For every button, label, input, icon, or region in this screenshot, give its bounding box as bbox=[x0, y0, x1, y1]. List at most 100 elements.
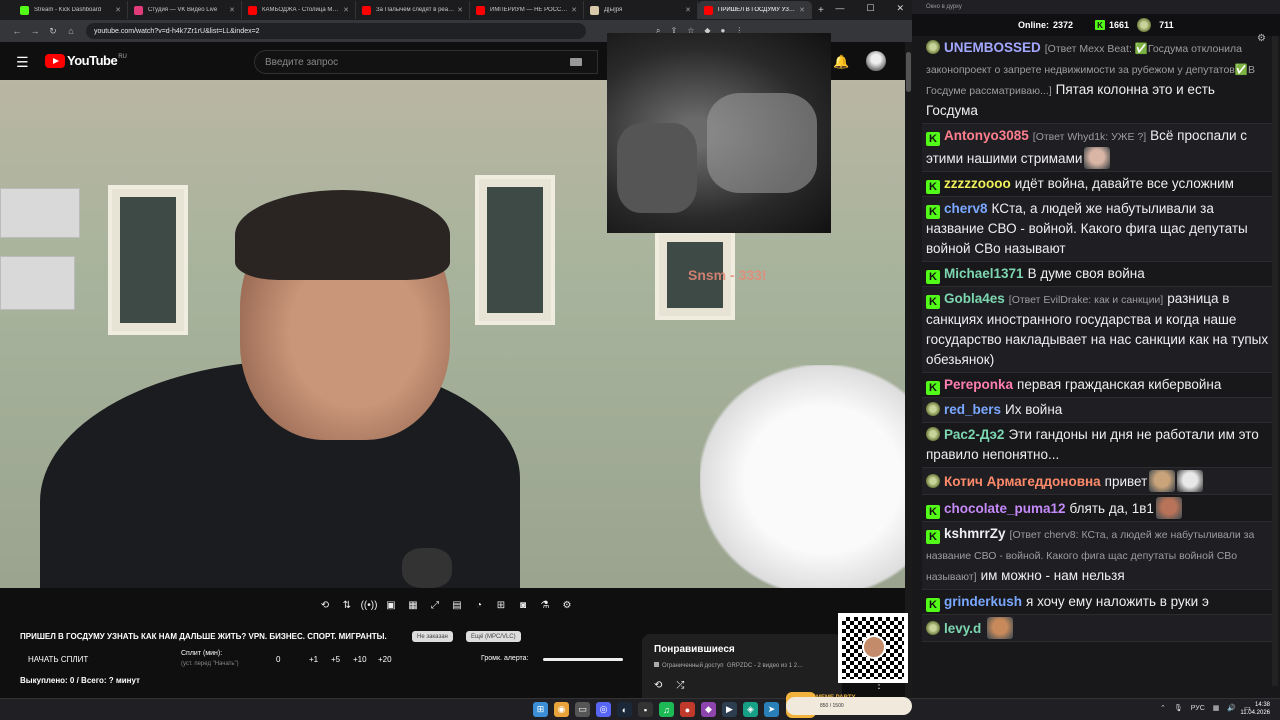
clock-date: 11.04.2026 bbox=[1240, 710, 1270, 716]
tab-close-icon[interactable]: ✕ bbox=[685, 6, 691, 14]
close-icon[interactable]: ✕ bbox=[896, 3, 904, 14]
chat-username[interactable]: Michael1371 bbox=[944, 266, 1024, 281]
order-status-tag[interactable]: Не заказан bbox=[412, 631, 453, 642]
alert-volume-slider[interactable] bbox=[543, 658, 623, 661]
kick-viewers: K 1661 bbox=[1095, 20, 1129, 30]
lab-flask-icon[interactable]: ⚗ bbox=[536, 596, 554, 614]
chat-username[interactable]: cherv8 bbox=[944, 201, 988, 216]
player-tag[interactable]: Ещё (MPC/VLC) bbox=[466, 631, 521, 642]
hamburger-menu-icon[interactable]: ☰ bbox=[16, 54, 29, 71]
chat-username[interactable]: levy.d bbox=[944, 621, 981, 636]
minimize-icon[interactable]: — bbox=[835, 3, 844, 14]
chat-username[interactable]: Рас2-Дэ2 bbox=[944, 427, 1004, 442]
telegram-icon[interactable]: ➤ bbox=[764, 702, 779, 717]
tab-close-icon[interactable]: ✕ bbox=[229, 6, 235, 14]
start-icon[interactable]: ⊞ bbox=[533, 702, 548, 717]
browser-tab[interactable]: Д[ы]ря ✕ bbox=[584, 1, 698, 19]
split-value[interactable]: 0 bbox=[276, 655, 280, 664]
lang-indicator[interactable]: РУС bbox=[1191, 705, 1205, 712]
tab-close-icon[interactable]: ✕ bbox=[457, 6, 463, 14]
explorer-icon[interactable]: ▭ bbox=[575, 702, 590, 717]
chat-username[interactable]: grinderkush bbox=[944, 594, 1022, 609]
window-controls: — ☐ ✕ bbox=[835, 3, 904, 14]
clapper-icon[interactable]: ▦ bbox=[404, 596, 422, 614]
reload-icon[interactable]: ↻ bbox=[44, 26, 62, 37]
maximize-icon[interactable]: ☐ bbox=[866, 3, 874, 14]
browser-tab[interactable]: КАМБОДЖА - Столица Ми… ✕ bbox=[242, 1, 356, 19]
add-clip-icon[interactable]: ⊞ bbox=[492, 596, 510, 614]
network-icon[interactable]: ▦ bbox=[1213, 704, 1220, 712]
chat-username[interactable]: Pereponka bbox=[944, 377, 1013, 392]
tray-chevron-icon[interactable]: ⌃ bbox=[1160, 704, 1166, 712]
discord-icon[interactable]: ◎ bbox=[596, 702, 611, 717]
chat-username[interactable]: Antonyo3085 bbox=[944, 128, 1029, 143]
browser-tab[interactable]: ИМПЕРИУМ — НЕ РОССИЯ… ✕ bbox=[470, 1, 584, 19]
chrome-icon[interactable]: ◉ bbox=[554, 702, 569, 717]
player-icon[interactable]: ▶ bbox=[722, 702, 737, 717]
add-20-button[interactable]: +20 bbox=[378, 655, 392, 664]
browser-tab[interactable]: ПРИШЕЛ В ГОСДУМУ УЗНА… ✕ bbox=[698, 1, 812, 19]
camera-icon[interactable]: ◙ bbox=[514, 596, 532, 614]
browser-tab[interactable]: За Палычем следят в реал… ✕ bbox=[356, 1, 470, 19]
tab-close-icon[interactable]: ✕ bbox=[343, 6, 349, 14]
chat-username[interactable]: kshmrrZy bbox=[944, 526, 1006, 541]
chat-username[interactable]: Gobla4es bbox=[944, 291, 1005, 306]
subtitles-icon[interactable]: ▤ bbox=[448, 596, 466, 614]
tab-label: Д[ы]ря bbox=[604, 7, 623, 13]
meme-party-progress: 850 / 1500 bbox=[786, 697, 912, 715]
shuffle-icon[interactable]: ⤮ bbox=[676, 680, 684, 691]
tab-close-icon[interactable]: ✕ bbox=[571, 6, 577, 14]
add-1-button[interactable]: +1 bbox=[309, 655, 318, 664]
volume-icon[interactable]: 🔊 bbox=[1227, 704, 1236, 712]
broadcast-icon[interactable]: ((•)) bbox=[360, 596, 378, 614]
scrollbar-thumb[interactable] bbox=[906, 52, 911, 92]
notifications-bell-icon[interactable]: 🔔 bbox=[833, 54, 849, 70]
search-input[interactable]: Введите запрос bbox=[254, 50, 598, 74]
avatar[interactable] bbox=[866, 51, 886, 71]
loop-icon[interactable]: ⟲ bbox=[316, 596, 334, 614]
youtube-logo[interactable]: YouTube RU bbox=[45, 53, 127, 68]
microphone-icon[interactable]: 🎙 bbox=[1174, 704, 1183, 712]
chat-scrollbar[interactable] bbox=[1272, 36, 1278, 686]
chat-username[interactable]: chocolate_puma12 bbox=[944, 501, 1066, 516]
forward-icon[interactable]: → bbox=[26, 26, 44, 36]
cat-badge-icon bbox=[926, 40, 940, 54]
tab-favicon-icon bbox=[704, 5, 713, 15]
home-icon[interactable]: ⌂ bbox=[62, 26, 80, 36]
add-10-button[interactable]: +10 bbox=[353, 655, 367, 664]
chat-username[interactable]: zzzzzoooo bbox=[944, 176, 1011, 191]
region-label: RU bbox=[118, 53, 127, 60]
screen-share-icon[interactable]: ▣ bbox=[382, 596, 400, 614]
keyboard-icon[interactable] bbox=[570, 58, 582, 66]
speed-icon[interactable]: ◔ bbox=[470, 596, 488, 614]
tab-close-icon[interactable]: ✕ bbox=[115, 6, 121, 14]
chat-username[interactable]: UNEMBOSSED bbox=[944, 40, 1041, 55]
sort-icon[interactable]: ⇅ bbox=[338, 596, 356, 614]
loop-playlist-icon[interactable]: ⟲ bbox=[654, 680, 662, 691]
resize-icon[interactable]: ⤢ bbox=[426, 596, 444, 614]
chat-username[interactable]: Котич Армагеддоновна bbox=[944, 474, 1101, 489]
picture-in-picture-video[interactable] bbox=[607, 33, 831, 233]
start-split-button[interactable]: НАЧАТЬ СПЛИТ bbox=[28, 655, 88, 664]
access-label: Ограниченный доступ bbox=[662, 663, 724, 669]
tab-close-icon[interactable]: ✕ bbox=[799, 6, 805, 14]
clock[interactable]: 14:38 11.04.2026 bbox=[1240, 701, 1270, 717]
split-hint: (уст. перед "Начать") bbox=[181, 661, 239, 667]
playlist-title[interactable]: Понравившиеся bbox=[654, 644, 735, 655]
browser-tab[interactable]: Stream - Kick Dashboard ✕ bbox=[14, 1, 128, 19]
url-input[interactable]: youtube.com/watch?v=d-h4k7Zr1rU&list=LL&… bbox=[86, 23, 586, 39]
spotify-icon[interactable]: ♫ bbox=[659, 702, 674, 717]
app-icon[interactable]: ◆ bbox=[701, 702, 716, 717]
obs-icon[interactable]: ● bbox=[680, 702, 695, 717]
browser-tab[interactable]: Студия — VK Видео Live ✕ bbox=[128, 1, 242, 19]
app-icon[interactable]: ◈ bbox=[743, 702, 758, 717]
page-scrollbar[interactable] bbox=[905, 42, 912, 698]
chat-username[interactable]: red_bers bbox=[944, 402, 1001, 417]
steam-icon[interactable]: ◐ bbox=[617, 702, 632, 717]
settings-gear-icon[interactable]: ⚙ bbox=[558, 596, 576, 614]
app-icon[interactable]: ▪ bbox=[638, 702, 653, 717]
chat-window-title: Окно в дурку bbox=[912, 0, 1280, 14]
new-tab-icon[interactable]: + bbox=[818, 5, 824, 16]
back-icon[interactable]: ← bbox=[8, 26, 26, 36]
add-5-button[interactable]: +5 bbox=[331, 655, 340, 664]
